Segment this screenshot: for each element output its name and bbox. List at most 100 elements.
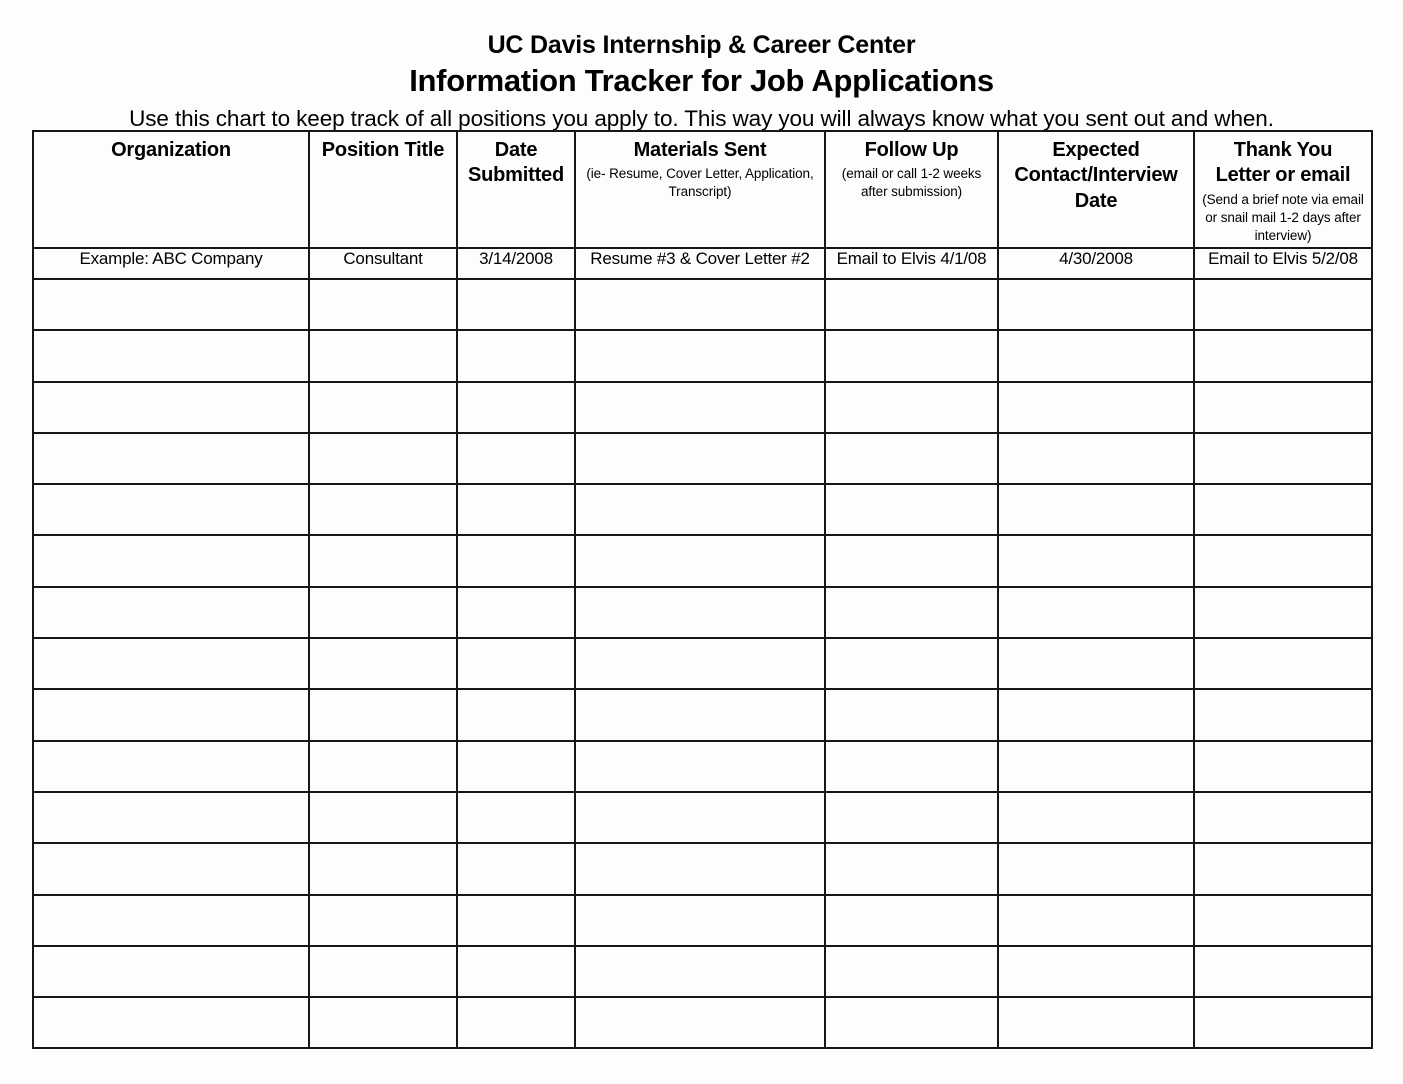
cell-follow-up[interactable]: Email to Elvis 4/1/08 [824,247,999,280]
cell-organization[interactable] [32,637,310,691]
cell-position-title[interactable] [308,534,458,588]
cell-organization[interactable] [32,585,310,640]
cell-date-submitted[interactable] [456,329,576,383]
cell-thank-you[interactable] [1193,944,1373,999]
cell-position-title[interactable]: Consultant [308,247,458,280]
cell-thank-you[interactable] [1193,893,1373,947]
cell-thank-you[interactable] [1193,842,1373,896]
cell-materials-sent[interactable] [574,534,826,588]
cell-thank-you[interactable] [1193,585,1373,640]
cell-thank-you[interactable] [1193,739,1373,793]
cell-date-submitted[interactable] [456,277,576,332]
cell-thank-you[interactable] [1193,996,1373,1050]
cell-expected-date[interactable] [997,483,1195,537]
cell-date-submitted[interactable] [456,790,576,845]
cell-expected-date[interactable] [997,842,1195,896]
cell-date-submitted[interactable] [456,893,576,947]
cell-position-title[interactable] [308,739,458,793]
cell-expected-date[interactable] [997,944,1195,999]
cell-follow-up[interactable] [824,790,999,845]
cell-position-title[interactable] [308,277,458,332]
cell-position-title[interactable] [308,329,458,383]
cell-organization[interactable] [32,688,310,742]
cell-expected-date[interactable] [997,790,1195,845]
cell-date-submitted[interactable] [456,585,576,640]
cell-thank-you[interactable] [1193,277,1373,332]
cell-position-title[interactable] [308,893,458,947]
cell-thank-you[interactable] [1193,637,1373,691]
cell-organization[interactable] [32,380,310,434]
cell-organization[interactable] [32,329,310,383]
cell-organization[interactable] [32,893,310,947]
cell-date-submitted[interactable]: 3/14/2008 [456,247,576,280]
cell-expected-date[interactable] [997,277,1195,332]
cell-expected-date[interactable] [997,431,1195,486]
cell-date-submitted[interactable] [456,944,576,999]
cell-follow-up[interactable] [824,842,999,896]
cell-date-submitted[interactable] [456,637,576,691]
cell-follow-up[interactable] [824,688,999,742]
cell-follow-up[interactable] [824,329,999,383]
cell-materials-sent[interactable] [574,944,826,999]
cell-organization[interactable] [32,944,310,999]
cell-date-submitted[interactable] [456,483,576,537]
cell-thank-you[interactable] [1193,790,1373,845]
cell-follow-up[interactable] [824,944,999,999]
cell-date-submitted[interactable] [456,380,576,434]
cell-thank-you[interactable]: Email to Elvis 5/2/08 [1193,247,1373,280]
cell-follow-up[interactable] [824,739,999,793]
cell-date-submitted[interactable] [456,534,576,588]
cell-follow-up[interactable] [824,483,999,537]
cell-materials-sent[interactable] [574,688,826,742]
cell-materials-sent[interactable] [574,483,826,537]
cell-thank-you[interactable] [1193,688,1373,742]
cell-organization[interactable] [32,842,310,896]
cell-follow-up[interactable] [824,277,999,332]
cell-materials-sent[interactable] [574,585,826,640]
cell-organization[interactable] [32,431,310,486]
cell-date-submitted[interactable] [456,842,576,896]
cell-thank-you[interactable] [1193,329,1373,383]
cell-thank-you[interactable] [1193,431,1373,486]
cell-materials-sent[interactable] [574,637,826,691]
cell-expected-date[interactable] [997,688,1195,742]
cell-expected-date[interactable] [997,739,1195,793]
cell-follow-up[interactable] [824,380,999,434]
cell-follow-up[interactable] [824,996,999,1050]
cell-materials-sent[interactable] [574,380,826,434]
cell-expected-date[interactable] [997,893,1195,947]
cell-date-submitted[interactable] [456,996,576,1050]
cell-materials-sent[interactable]: Resume #3 & Cover Letter #2 [574,247,826,280]
cell-expected-date[interactable] [997,996,1195,1050]
cell-thank-you[interactable] [1193,483,1373,537]
cell-organization[interactable]: Example: ABC Company [32,247,310,280]
cell-thank-you[interactable] [1193,380,1373,434]
cell-expected-date[interactable] [997,329,1195,383]
cell-thank-you[interactable] [1193,534,1373,588]
cell-expected-date[interactable] [997,585,1195,640]
cell-follow-up[interactable] [824,534,999,588]
cell-position-title[interactable] [308,380,458,434]
cell-materials-sent[interactable] [574,842,826,896]
cell-date-submitted[interactable] [456,739,576,793]
cell-follow-up[interactable] [824,431,999,486]
cell-organization[interactable] [32,790,310,845]
cell-position-title[interactable] [308,790,458,845]
cell-materials-sent[interactable] [574,790,826,845]
cell-position-title[interactable] [308,842,458,896]
cell-organization[interactable] [32,534,310,588]
cell-materials-sent[interactable] [574,739,826,793]
cell-date-submitted[interactable] [456,431,576,486]
cell-expected-date[interactable] [997,534,1195,588]
cell-position-title[interactable] [308,585,458,640]
cell-position-title[interactable] [308,431,458,486]
cell-follow-up[interactable] [824,893,999,947]
cell-organization[interactable] [32,483,310,537]
cell-organization[interactable] [32,996,310,1050]
cell-materials-sent[interactable] [574,277,826,332]
cell-expected-date[interactable]: 4/30/2008 [997,247,1195,280]
cell-date-submitted[interactable] [456,688,576,742]
cell-position-title[interactable] [308,637,458,691]
cell-follow-up[interactable] [824,637,999,691]
cell-materials-sent[interactable] [574,431,826,486]
